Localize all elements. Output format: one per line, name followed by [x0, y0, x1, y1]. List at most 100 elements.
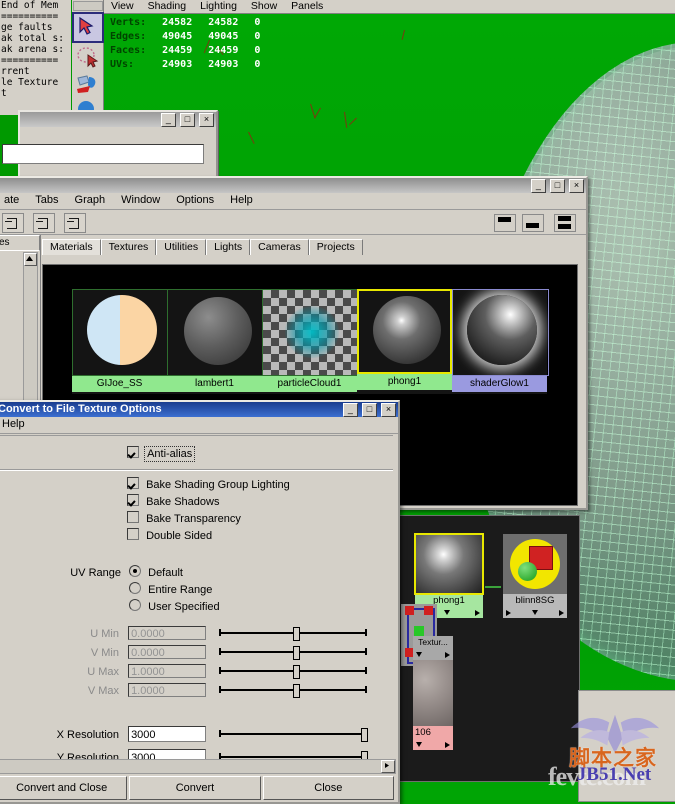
u-max-slider-handle[interactable]: [293, 665, 300, 679]
material-swatch-lambert1[interactable]: lambert1: [167, 289, 262, 394]
script-close-button[interactable]: ×: [199, 113, 214, 127]
convert-to-file-texture-options-dialog[interactable]: Convert to File Texture Options _ □ × He…: [0, 400, 400, 804]
viewport-menubar[interactable]: View Shading Lighting Show Panels: [104, 0, 675, 14]
uv-range-entire-row[interactable]: Entire Range: [0, 582, 393, 597]
node-expand-down-icon[interactable]: [444, 610, 450, 615]
hypershade-close-button[interactable]: ×: [569, 179, 584, 193]
tab-utilities[interactable]: Utilities: [156, 239, 206, 255]
viewport-menu-view[interactable]: View: [104, 0, 141, 13]
node-output-arrow-icon[interactable]: [475, 610, 480, 616]
dialog-horizontal-scrollbar[interactable]: [0, 759, 396, 774]
select-tool-button[interactable]: [72, 12, 104, 43]
hypershade-toolbar[interactable]: [0, 210, 586, 235]
bake-transparency-checkbox[interactable]: [127, 511, 139, 523]
script-maximize-button[interactable]: □: [180, 113, 195, 127]
layout-bottom-only-button[interactable]: [522, 214, 544, 232]
node-output-arrow-icon[interactable]: [445, 652, 450, 658]
script-output-console[interactable]: End of Mem ========== ge faults ak total…: [0, 0, 71, 115]
scroll-up-arrow-icon[interactable]: [24, 253, 37, 266]
bake-shading-group-lighting-checkbox[interactable]: [127, 477, 139, 489]
x-resolution-slider[interactable]: [219, 727, 367, 741]
material-swatch-shaderglow1[interactable]: shaderGlow1: [452, 289, 547, 394]
show-input-output-connections-icon[interactable]: [33, 213, 55, 233]
hypershade-left-panel-tab[interactable]: es: [0, 235, 40, 251]
hypershade-tabs[interactable]: Materials Textures Utilities Lights Came…: [42, 239, 586, 256]
dialog-maximize-button[interactable]: □: [362, 403, 377, 417]
v-min-slider[interactable]: [219, 645, 367, 659]
dialog-button-row[interactable]: Convert and Close Convert Close: [0, 776, 394, 800]
node-blinn8sg-connectors[interactable]: [503, 607, 567, 618]
show-output-connections-icon[interactable]: [64, 213, 86, 233]
dialog-menubar[interactable]: Help: [0, 417, 398, 434]
script-minimize-button[interactable]: _: [161, 113, 176, 127]
convert-and-close-button[interactable]: Convert and Close: [0, 776, 127, 800]
viewport-menu-shading[interactable]: Shading: [141, 0, 194, 13]
uv-range-user-row[interactable]: User Specified: [0, 599, 393, 614]
double-sided-row[interactable]: Double Sided: [0, 528, 393, 543]
viewport-menu-lighting[interactable]: Lighting: [193, 0, 244, 13]
double-sided-checkbox[interactable]: [127, 528, 139, 540]
hypershade-window-buttons[interactable]: _ □ ×: [530, 179, 584, 193]
antialias-row[interactable]: Anti-alias: [0, 446, 393, 461]
v-min-slider-handle[interactable]: [293, 646, 300, 660]
node-output-arrow-icon[interactable]: [445, 742, 450, 748]
toolbox-scrollbar-top[interactable]: [73, 1, 103, 11]
hypershade-menu-graph[interactable]: Graph: [67, 193, 114, 207]
hypershade-menu-help[interactable]: Help: [222, 193, 261, 207]
bake-shadows-row[interactable]: Bake Shadows: [0, 494, 393, 509]
convert-button[interactable]: Convert: [129, 776, 260, 800]
antialias-checkbox[interactable]: [127, 446, 139, 458]
u-min-slider-handle[interactable]: [293, 627, 300, 641]
dialog-menu-help[interactable]: Help: [0, 417, 33, 431]
hypershade-menu-window[interactable]: Window: [113, 193, 168, 207]
x-resolution-slider-handle[interactable]: [361, 728, 368, 742]
tab-cameras[interactable]: Cameras: [250, 239, 309, 255]
dialog-minimize-button[interactable]: _: [343, 403, 358, 417]
node-file-texture-connectors[interactable]: [413, 649, 453, 660]
tab-lights[interactable]: Lights: [206, 239, 250, 255]
tab-textures[interactable]: Textures: [101, 239, 157, 255]
layout-split-button[interactable]: [554, 214, 576, 232]
close-button[interactable]: Close: [263, 776, 394, 800]
node-expand-down-icon[interactable]: [416, 652, 422, 657]
script-window-buttons[interactable]: _ □ ×: [160, 113, 214, 127]
uv-range-entire-radio[interactable]: [129, 582, 141, 594]
material-swatch-particlecloud1[interactable]: particleCloud1: [262, 289, 357, 394]
lasso-tool-button[interactable]: [74, 44, 102, 71]
node-output-arrow-icon[interactable]: [559, 610, 564, 616]
dialog-close-button[interactable]: ×: [381, 403, 396, 417]
v-min-row[interactable]: V Min 0.0000: [0, 645, 393, 662]
bake-transparency-row[interactable]: Bake Transparency: [0, 511, 393, 526]
node-expand-down-icon[interactable]: [532, 610, 538, 615]
show-input-connections-icon[interactable]: [2, 213, 24, 233]
node-106-connectors[interactable]: [413, 739, 453, 750]
v-max-input[interactable]: 1.0000: [128, 683, 206, 697]
x-resolution-input[interactable]: 3000: [128, 726, 206, 742]
material-swatch-gijoe-ss[interactable]: GIJoe_SS: [72, 289, 167, 394]
uv-range-default-row[interactable]: UV Range Default: [0, 565, 393, 580]
hypershade-menubar[interactable]: ate Tabs Graph Window Options Help: [0, 193, 586, 210]
u-max-row[interactable]: U Max 1.0000: [0, 664, 393, 681]
u-min-row[interactable]: U Min 0.0000: [0, 626, 393, 643]
v-min-input[interactable]: 0.0000: [128, 645, 206, 659]
hypershade-menu-tabs[interactable]: Tabs: [27, 193, 66, 207]
u-max-input[interactable]: 1.0000: [128, 664, 206, 678]
u-min-input[interactable]: 0.0000: [128, 626, 206, 640]
bake-shading-group-lighting-row[interactable]: Bake Shading Group Lighting: [0, 477, 393, 492]
hypershade-minimize-button[interactable]: _: [531, 179, 546, 193]
hypershade-maximize-button[interactable]: □: [550, 179, 565, 193]
paint-select-tool-button[interactable]: [74, 72, 102, 99]
u-max-slider[interactable]: [219, 664, 367, 678]
node-expand-down-icon[interactable]: [416, 742, 422, 747]
hypershade-menu-options[interactable]: Options: [168, 193, 222, 207]
dialog-window-buttons[interactable]: _ □ ×: [342, 403, 396, 417]
hypershade-menu-create[interactable]: ate: [0, 193, 27, 207]
uv-range-user-radio[interactable]: [129, 599, 141, 611]
tab-materials[interactable]: Materials: [42, 239, 101, 255]
maya-toolbox[interactable]: [72, 0, 104, 115]
script-text-input[interactable]: [2, 144, 204, 164]
hypershade-titlebar[interactable]: _ □ ×: [0, 178, 586, 193]
v-max-slider-handle[interactable]: [293, 684, 300, 698]
uv-range-default-radio[interactable]: [129, 565, 141, 577]
v-max-row[interactable]: V Max 1.0000: [0, 683, 393, 700]
